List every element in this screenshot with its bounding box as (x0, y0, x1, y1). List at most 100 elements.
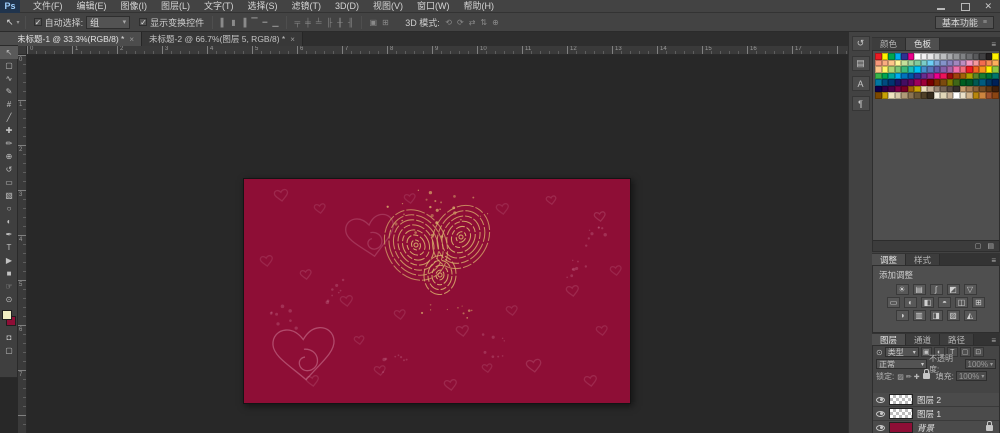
clone-stamp-tool[interactable]: ⊕ (0, 150, 18, 163)
filter-smart-objects-icon[interactable]: ⊡ (973, 347, 984, 357)
workspace-switcher-button[interactable]: 基本功能 ≡ (935, 16, 994, 29)
swatches-tab-色板[interactable]: 色板 (906, 38, 940, 50)
align-icon[interactable]: ▐ (238, 18, 249, 27)
color-balance-icon[interactable]: ◐ (904, 297, 917, 308)
close-icon[interactable]: ✕ (984, 2, 992, 11)
menu-item-layer[interactable]: 图层(L) (154, 0, 197, 13)
menu-item-type[interactable]: 文字(T) (197, 0, 241, 13)
distribute-icon[interactable]: ╫ (335, 18, 346, 27)
3d-mode-icon[interactable]: ⇅ (478, 18, 490, 27)
channel-mixer-icon[interactable]: ◫ (955, 297, 968, 308)
panel-menu-icon[interactable]: ≡ (991, 40, 1000, 50)
auto-select-checkbox[interactable]: ✓ (34, 18, 42, 26)
menu-item-select[interactable]: 选择(S) (241, 0, 285, 13)
eraser-tool[interactable]: ▭ (0, 176, 18, 189)
document-tab-2[interactable]: 未标题-2 @ 66.7%(图层 5, RGB/8) *× (142, 32, 303, 46)
restore-icon[interactable] (960, 2, 970, 11)
3d-mode-icon[interactable]: ⊕ (490, 18, 502, 27)
3d-mode-icon[interactable]: ⟲ (443, 18, 455, 27)
threshold-icon[interactable]: ◨ (930, 310, 943, 321)
opacity-field[interactable]: 100% ▾ (965, 359, 996, 369)
hand-tool[interactable]: ☞ (0, 280, 18, 293)
quick-selection-tool[interactable]: ✎ (0, 85, 18, 98)
horizontal-ruler[interactable]: 01234567891011121314151617 (27, 46, 848, 55)
photo-filter-icon[interactable]: ◓ (938, 297, 951, 308)
vibrance-icon[interactable]: ▽ (964, 284, 977, 295)
exposure-icon[interactable]: ◩ (947, 284, 960, 295)
properties-panel-icon[interactable]: ▤ (852, 56, 870, 71)
new-swatch-icon[interactable]: ▢ (975, 242, 982, 250)
invert-icon[interactable]: ◑ (896, 310, 909, 321)
menu-item-3d[interactable]: 3D(D) (328, 0, 366, 13)
minimize-icon[interactable] (936, 2, 946, 11)
quick-mask-button[interactable]: ◘ (0, 331, 18, 344)
lock-all-icon[interactable] (923, 373, 930, 379)
tab-close-icon[interactable]: × (129, 35, 134, 44)
auto-select-dropdown[interactable]: 组 ▾ (86, 16, 130, 29)
fill-field[interactable]: 100% ▾ (956, 371, 987, 381)
show-transform-checkbox[interactable]: ✓ (139, 18, 147, 26)
visibility-eye-icon[interactable] (876, 397, 885, 403)
blend-mode-dropdown[interactable]: 正常 ▾ (876, 359, 927, 369)
menu-item-window[interactable]: 窗口(W) (410, 0, 457, 13)
rectangular-marquee-tool[interactable]: ▢ (0, 59, 18, 72)
path-selection-tool[interactable]: ▶ (0, 254, 18, 267)
menu-item-file[interactable]: 文件(F) (26, 0, 70, 13)
align-icon[interactable]: ▌ (218, 18, 229, 27)
foreground-color-swatch[interactable] (2, 310, 12, 320)
toolbar-header[interactable] (0, 32, 18, 46)
history-brush-tool[interactable]: ↺ (0, 163, 18, 176)
swatches-tab-颜色[interactable]: 颜色 (872, 38, 906, 50)
black-white-icon[interactable]: ◧ (921, 297, 934, 308)
zoom-tool[interactable]: ⊙ (0, 293, 18, 306)
eyedropper-tool[interactable]: ╱ (0, 111, 18, 124)
layer-row[interactable]: 图层 1 (873, 407, 999, 421)
menu-item-image[interactable]: 图像(I) (114, 0, 155, 13)
menu-item-help[interactable]: 帮助(H) (457, 0, 502, 13)
move-tool-options-icon[interactable]: ↖ (0, 17, 17, 28)
align-icon[interactable]: ▁ (270, 18, 281, 27)
rectangle-tool[interactable]: ■ (0, 267, 18, 280)
align-icon[interactable]: ━ (260, 18, 270, 27)
auto-align-icon[interactable]: ⊞ (380, 18, 392, 27)
menu-item-edit[interactable]: 编辑(E) (70, 0, 114, 13)
3d-mode-icon[interactable]: ⇄ (466, 18, 478, 27)
layer-row[interactable]: 背景 (873, 421, 999, 433)
distribute-icon[interactable]: ╪ (303, 18, 314, 27)
lock-icon[interactable]: ▨ (896, 374, 905, 381)
layer-row[interactable]: 图层 2 (873, 393, 999, 407)
lasso-tool[interactable]: ∿ (0, 72, 18, 85)
distribute-icon[interactable]: ╤ (292, 18, 303, 27)
levels-icon[interactable]: ▤ (913, 284, 926, 295)
screen-mode-button[interactable]: ▢ (0, 344, 18, 357)
pen-tool[interactable]: ✒ (0, 228, 18, 241)
menu-item-view[interactable]: 视图(V) (366, 0, 410, 13)
distribute-icon[interactable]: ╢ (345, 18, 356, 27)
move-tool[interactable]: ↖ (0, 46, 18, 59)
history-panel-icon[interactable]: ↺ (852, 36, 870, 51)
distribute-icon[interactable]: ╟ (324, 18, 335, 27)
paragraph-panel-icon[interactable]: ¶ (852, 96, 870, 111)
align-icon[interactable]: ▮ (229, 18, 238, 27)
document-tab-1[interactable]: 未标题-1 @ 33.3%(RGB/8) *× (10, 32, 142, 46)
blur-tool[interactable]: ○ (0, 202, 18, 215)
color-lookup-icon[interactable]: ⊞ (972, 297, 985, 308)
brush-tool[interactable]: ✏ (0, 137, 18, 150)
layer-filter-dropdown[interactable]: 类型▾ (885, 347, 919, 357)
curves-icon[interactable]: ∫ (930, 284, 943, 295)
gradient-tool[interactable]: ▧ (0, 189, 18, 202)
lock-icon[interactable]: ✚ (913, 374, 921, 381)
align-icon[interactable]: ▔ (249, 18, 260, 27)
hue-saturation-icon[interactable]: ▭ (887, 297, 900, 308)
tool-preset-caret-icon[interactable]: ▾ (17, 19, 20, 26)
crop-tool[interactable]: # (0, 98, 18, 111)
selective-color-icon[interactable]: ◭ (964, 310, 977, 321)
dodge-tool[interactable]: ◐ (0, 215, 18, 228)
gradient-map-icon[interactable]: ▨ (947, 310, 960, 321)
posterize-icon[interactable]: ▥ (913, 310, 926, 321)
tab-close-icon[interactable]: × (290, 35, 295, 44)
vertical-ruler[interactable]: 01234567 (18, 55, 27, 433)
spot-healing-brush-tool[interactable]: ✚ (0, 124, 18, 137)
lock-icon[interactable]: ✏ (905, 374, 913, 381)
visibility-eye-icon[interactable] (876, 411, 885, 417)
